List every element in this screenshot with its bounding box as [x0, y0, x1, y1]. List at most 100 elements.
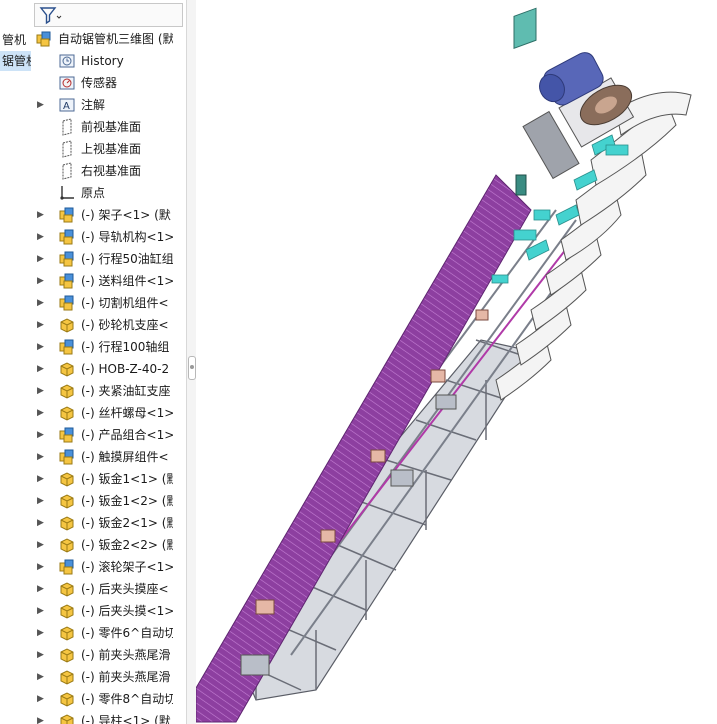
- tree-item-0[interactable]: History: [31, 50, 173, 72]
- tree-item-label: (-) 导柱<1> (默: [81, 714, 171, 724]
- tree-item-30[interactable]: ▶ (-) 导柱<1> (默: [31, 710, 173, 724]
- subassembly-icon: [58, 228, 76, 246]
- tree-item-label: History: [81, 54, 124, 68]
- left-tab-item-machine[interactable]: 管机: [0, 30, 26, 50]
- expand-arrow-icon[interactable]: ▶: [37, 429, 47, 441]
- tree-root-assembly[interactable]: 自动锯管机三维图 (默: [31, 28, 173, 50]
- tree-item-29[interactable]: ▶ (-) 零件8^自动切: [31, 688, 173, 710]
- subassembly-icon: [58, 250, 76, 268]
- tree-item-label: (-) 架子<1> (默: [81, 208, 171, 222]
- tree-item-19[interactable]: ▶ (-) 钣金1<1> (默: [31, 468, 173, 490]
- tree-item-20[interactable]: ▶ (-) 钣金1<2> (默: [31, 490, 173, 512]
- tree-item-label: (-) 前夹头燕尾滑: [81, 670, 171, 684]
- expand-arrow-icon[interactable]: ▶: [37, 297, 47, 309]
- tree-item-label: (-) 砂轮机支座<: [81, 318, 169, 332]
- expand-arrow-icon[interactable]: ▶: [37, 275, 47, 287]
- part-icon: [58, 690, 76, 708]
- subassembly-icon: [58, 272, 76, 290]
- expand-arrow-icon[interactable]: ▶: [37, 99, 47, 111]
- graphics-viewport[interactable]: [196, 0, 717, 724]
- tree-item-24[interactable]: ▶ (-) 后夹头摸座<: [31, 578, 173, 600]
- filter-button[interactable]: [38, 6, 64, 25]
- expand-arrow-icon[interactable]: ▶: [37, 231, 47, 243]
- expand-arrow-icon[interactable]: ▶: [37, 363, 47, 375]
- tree-item-label: (-) 行程100轴组: [81, 340, 170, 354]
- expand-arrow-icon[interactable]: ▶: [37, 715, 47, 724]
- tree-item-3[interactable]: 前视基准面: [31, 116, 173, 138]
- panel-splitter[interactable]: [186, 0, 196, 724]
- tree-item-28[interactable]: ▶ (-) 前夹头燕尾滑: [31, 666, 173, 688]
- tree-item-label: 右视基准面: [81, 164, 142, 178]
- tree-item-label: 自动锯管机三维图 (默: [58, 32, 173, 46]
- filter-icon: [39, 7, 62, 25]
- feature-manager-panel: 自动锯管机三维图 (默 History 传感器 ▶ A 注解前视基准面上视基准面右视基准面…: [31, 0, 187, 724]
- tree-item-label: (-) 切割机组件<: [81, 296, 169, 310]
- tree-item-18[interactable]: ▶ (-) 触摸屏组件<: [31, 446, 173, 468]
- tree-item-6[interactable]: 原点: [31, 182, 173, 204]
- tree-item-label: (-) 后夹头摸座<: [81, 582, 169, 596]
- splitter-grip[interactable]: [188, 356, 196, 380]
- expand-arrow-icon[interactable]: ▶: [37, 407, 47, 419]
- tree-item-label: (-) 后夹头摸<1>: [81, 604, 173, 618]
- expand-arrow-icon[interactable]: ▶: [37, 451, 47, 463]
- pipe-stock: [196, 174, 532, 723]
- tree-item-7[interactable]: ▶ (-) 架子<1> (默: [31, 204, 173, 226]
- expand-arrow-icon[interactable]: ▶: [37, 539, 47, 551]
- expand-arrow-icon[interactable]: ▶: [37, 253, 47, 265]
- expand-arrow-icon[interactable]: ▶: [37, 495, 47, 507]
- expand-arrow-icon[interactable]: ▶: [37, 517, 47, 529]
- part-icon: [58, 624, 76, 642]
- tree-item-21[interactable]: ▶ (-) 钣金2<1> (默: [31, 512, 173, 534]
- tree-item-12[interactable]: ▶ (-) 砂轮机支座<: [31, 314, 173, 336]
- tree-item-label: (-) 丝杆螺母<1>: [81, 406, 173, 420]
- part-icon: [58, 536, 76, 554]
- expand-arrow-icon[interactable]: ▶: [37, 649, 47, 661]
- expand-arrow-icon[interactable]: ▶: [37, 561, 47, 573]
- tree-item-5[interactable]: 右视基准面: [31, 160, 173, 182]
- left-tab-strip: 管机 锯管机: [0, 0, 32, 724]
- tree-item-23[interactable]: ▶ (-) 滚轮架子<1>: [31, 556, 173, 578]
- tree-item-label: (-) 前夹头燕尾滑: [81, 648, 171, 662]
- tree-item-17[interactable]: ▶ (-) 产品组合<1>: [31, 424, 173, 446]
- expand-arrow-icon[interactable]: ▶: [37, 627, 47, 639]
- tree-item-27[interactable]: ▶ (-) 前夹头燕尾滑: [31, 644, 173, 666]
- tree-item-1[interactable]: 传感器: [31, 72, 173, 94]
- tree-item-label: 前视基准面: [81, 120, 142, 134]
- tree-item-16[interactable]: ▶ (-) 丝杆螺母<1>: [31, 402, 173, 424]
- tree-item-22[interactable]: ▶ (-) 钣金2<2> (默: [31, 534, 173, 556]
- part-icon: [58, 382, 76, 400]
- tree-item-9[interactable]: ▶ (-) 行程50油缸组: [31, 248, 173, 270]
- machine-3d-model[interactable]: [196, 0, 717, 724]
- expand-arrow-icon[interactable]: ▶: [37, 473, 47, 485]
- expand-arrow-icon[interactable]: ▶: [37, 693, 47, 705]
- left-tab-item-saw-machine[interactable]: 锯管机: [0, 51, 31, 71]
- tree-item-label: 原点: [81, 186, 106, 200]
- tree-item-8[interactable]: ▶ (-) 导轨机构<1>: [31, 226, 173, 248]
- history-icon: [58, 52, 76, 70]
- expand-arrow-icon[interactable]: ▶: [37, 605, 47, 617]
- expand-arrow-icon[interactable]: ▶: [37, 385, 47, 397]
- expand-arrow-icon[interactable]: ▶: [37, 583, 47, 595]
- expand-arrow-icon[interactable]: ▶: [37, 671, 47, 683]
- tree-item-2[interactable]: ▶ A 注解: [31, 94, 173, 116]
- tree-item-label: (-) 钣金2<1> (默: [81, 516, 173, 530]
- plane-icon: [58, 162, 76, 180]
- expand-arrow-icon[interactable]: ▶: [37, 341, 47, 353]
- tree-item-15[interactable]: ▶ (-) 夹紧油缸支座: [31, 380, 173, 402]
- sensor-icon: [58, 74, 76, 92]
- part-icon: [58, 360, 76, 378]
- tree-item-13[interactable]: ▶ (-) 行程100轴组: [31, 336, 173, 358]
- tree-item-14[interactable]: ▶ (-) HOB-Z-40-2: [31, 358, 173, 380]
- expand-arrow-icon[interactable]: ▶: [37, 319, 47, 331]
- tree-item-11[interactable]: ▶ (-) 切割机组件<: [31, 292, 173, 314]
- subassembly-icon: [58, 206, 76, 224]
- tree-item-10[interactable]: ▶ (-) 送料组件<1>: [31, 270, 173, 292]
- tree-item-25[interactable]: ▶ (-) 后夹头摸<1>: [31, 600, 173, 622]
- tree-item-4[interactable]: 上视基准面: [31, 138, 173, 160]
- tree-item-label: (-) 零件6^自动切: [81, 626, 173, 640]
- tree-item-label: 注解: [81, 98, 106, 112]
- svg-text:A: A: [63, 101, 70, 112]
- part-icon: [58, 602, 76, 620]
- tree-item-26[interactable]: ▶ (-) 零件6^自动切: [31, 622, 173, 644]
- expand-arrow-icon[interactable]: ▶: [37, 209, 47, 221]
